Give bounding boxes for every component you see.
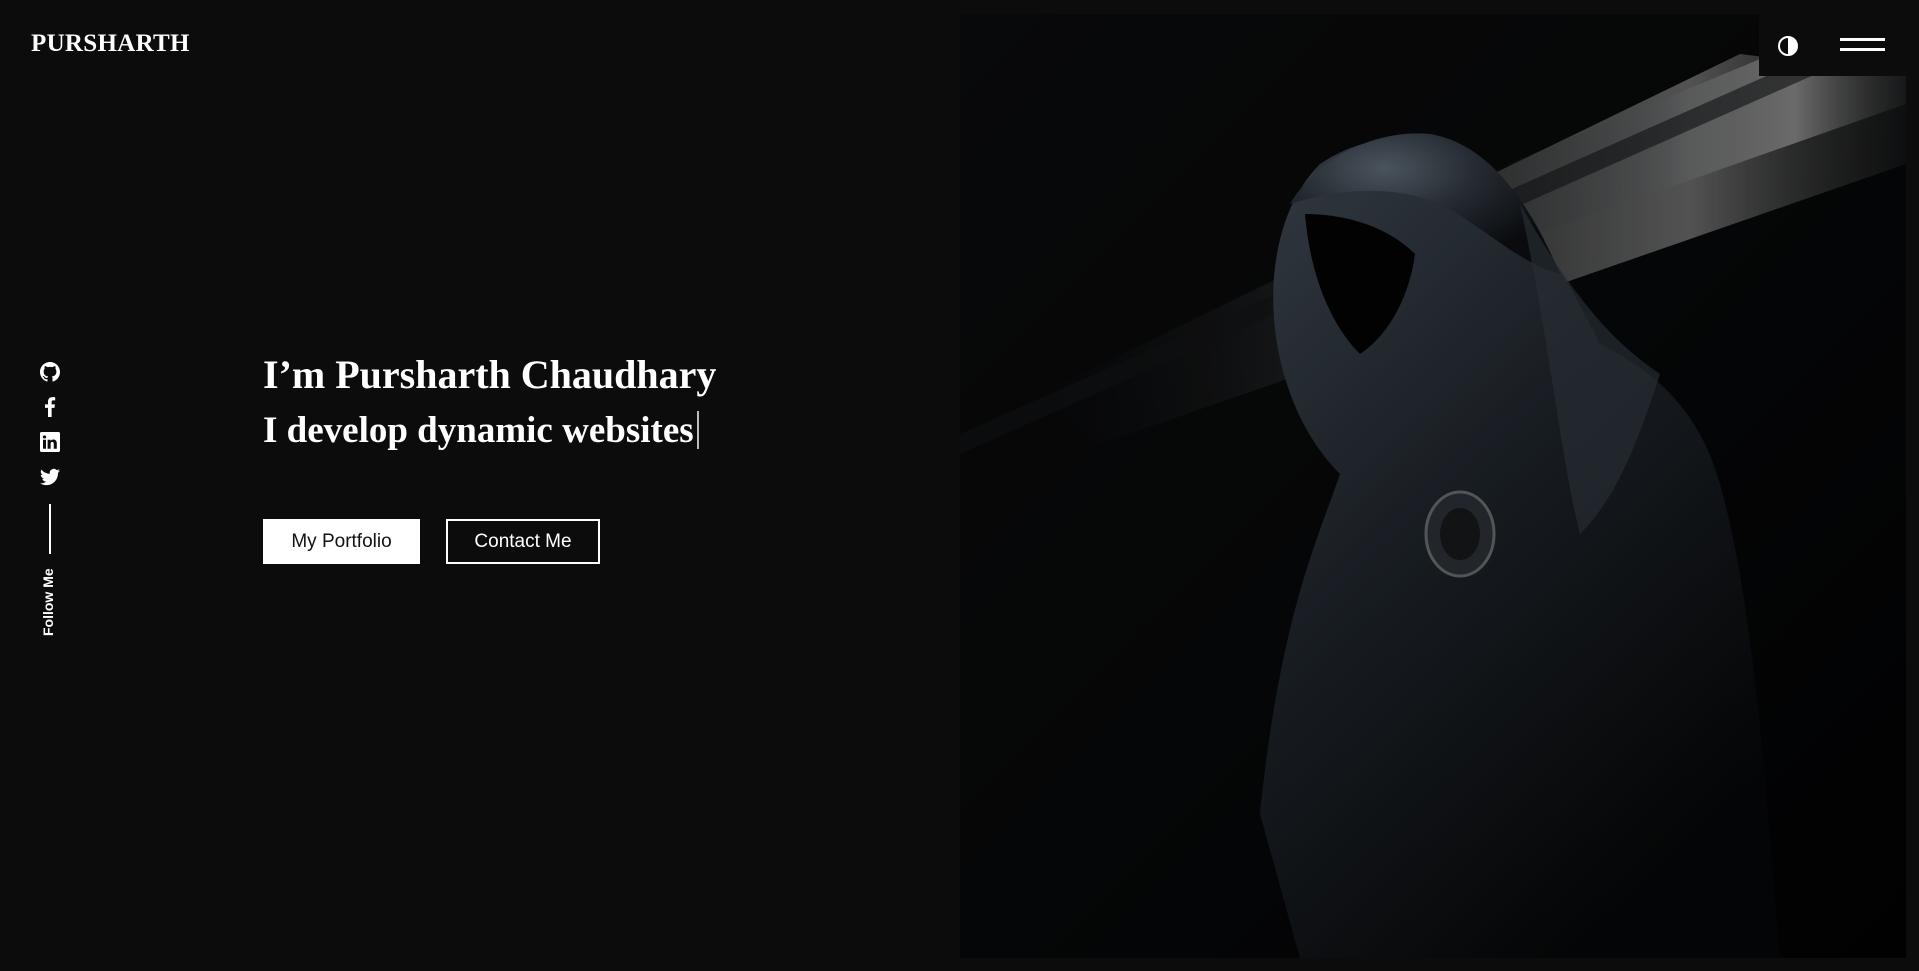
hamburger-menu-button[interactable]	[1840, 36, 1886, 56]
contact-me-button[interactable]: Contact Me	[446, 519, 600, 564]
hero-tagline-text: I develop dynamic websites	[263, 410, 694, 451]
hooded-figure-image	[960, 14, 1906, 958]
hero-tagline: I develop dynamic websites	[263, 406, 716, 456]
facebook-icon	[45, 397, 56, 417]
contrast-icon	[1778, 36, 1798, 56]
hamburger-menu-icon	[1840, 38, 1885, 41]
linkedin-link[interactable]	[38, 430, 62, 454]
facebook-link[interactable]	[38, 395, 62, 419]
hero-buttons: My Portfolio Contact Me	[263, 519, 716, 564]
hero-photo	[960, 14, 1906, 958]
site-logo[interactable]: PURSHARTH	[31, 30, 190, 58]
theme-toggle-button[interactable]	[1776, 34, 1800, 58]
twitter-link[interactable]	[38, 465, 62, 489]
page: PURSHARTH Follow Me I’m Pursharth Chaudh…	[0, 0, 1919, 971]
github-icon	[40, 362, 60, 382]
typing-caret	[696, 411, 699, 449]
linkedin-icon	[40, 432, 60, 452]
social-divider-line	[49, 504, 51, 554]
hero-intro: I’m Pursharth Chaudhary	[263, 352, 717, 397]
github-link[interactable]	[38, 360, 62, 384]
hamburger-menu-icon-bar	[1840, 48, 1885, 51]
social-links	[38, 360, 62, 554]
my-portfolio-button[interactable]: My Portfolio	[263, 519, 420, 564]
follow-me-label: Follow Me	[40, 568, 56, 636]
twitter-icon	[40, 468, 60, 486]
hero: I’m Pursharth Chaudhary I develop dynami…	[263, 350, 716, 564]
